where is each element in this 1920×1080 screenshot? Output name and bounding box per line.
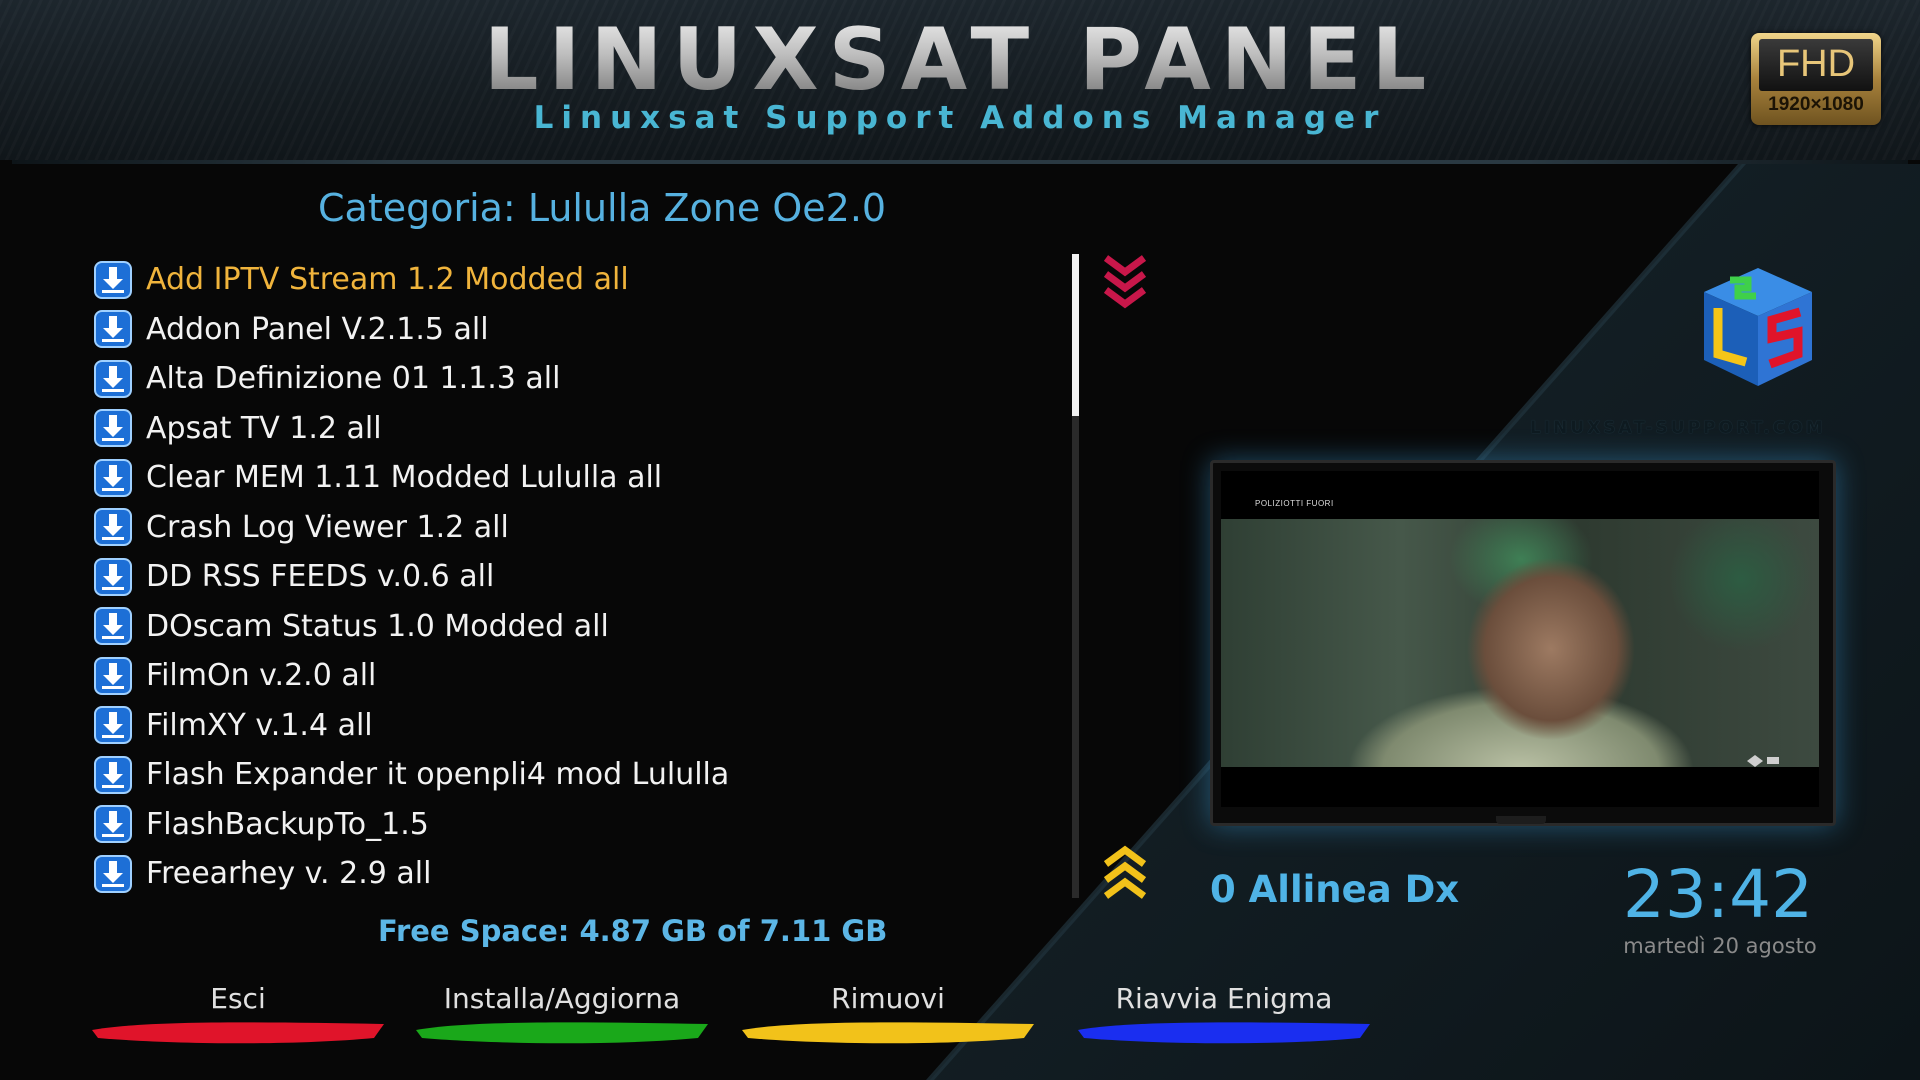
green-key-icon	[416, 1022, 708, 1044]
download-icon	[94, 260, 132, 299]
list-item[interactable]: FilmXY v.1.4 all	[94, 701, 1054, 751]
tv-stand	[1496, 816, 1546, 824]
list-item-label: Crash Log Viewer 1.2 all	[146, 509, 509, 545]
scrollbar[interactable]	[1072, 254, 1079, 898]
list-item[interactable]: Alta Definizione 01 1.1.3 all	[94, 354, 1054, 404]
list-item-label: Flash Expander it openpli4 mod Lululla	[146, 757, 730, 793]
tv-preview: POLIZIOTTI FUORI	[1210, 460, 1836, 826]
list-item[interactable]: Freearhey v. 2.9 all	[94, 849, 1054, 899]
list-item-label: Alta Definizione 01 1.1.3 all	[146, 361, 561, 397]
list-item[interactable]: FlashBackupTo_1.5	[94, 800, 1054, 850]
list-item-label: Add IPTV Stream 1.2 Modded all	[146, 262, 629, 298]
page-down-arrow-icon	[1103, 255, 1147, 309]
list-item-label: Addon Panel V.2.1.5 all	[146, 311, 489, 347]
panel-subtitle: Linuxsat Support Addons Manager	[533, 100, 1387, 136]
download-icon	[94, 310, 132, 349]
restart-enigma-button[interactable]: Riavvia Enigma	[1074, 978, 1374, 1048]
list-item[interactable]: Clear MEM 1.11 Modded Lululla all	[94, 453, 1054, 503]
list-item[interactable]: Add IPTV Stream 1.2 Modded all	[94, 255, 1054, 305]
download-icon	[94, 508, 132, 547]
download-icon	[94, 458, 132, 497]
list-item[interactable]: Addon Panel V.2.1.5 all	[94, 305, 1054, 355]
red-key-icon	[92, 1022, 384, 1044]
exit-button[interactable]: Esci	[88, 978, 388, 1048]
download-icon	[94, 557, 132, 596]
install-update-button[interactable]: Installa/Aggiorna	[412, 978, 712, 1048]
list-item-label: Clear MEM 1.11 Modded Lululla all	[146, 460, 663, 496]
download-icon	[94, 359, 132, 398]
clock-time: 23:42	[1622, 856, 1814, 933]
download-icon	[94, 706, 132, 745]
site-url: LINUXSAT-SUPPORT.COM	[1530, 418, 1826, 438]
addon-list[interactable]: Add IPTV Stream 1.2 Modded all Addon Pane…	[94, 255, 1054, 899]
fhd-label: FHD	[1776, 43, 1856, 85]
list-item-label: Freearhey v. 2.9 all	[146, 856, 432, 892]
list-item[interactable]: FilmOn v.2.0 all	[94, 651, 1054, 701]
category-title: Categoria: Lululla Zone Oe2.0	[318, 186, 887, 230]
list-item-label: DOscam Status 1.0 Modded all	[146, 608, 609, 644]
download-icon	[94, 607, 132, 646]
fhd-badge: FHD 1920×1080	[1751, 33, 1881, 125]
exit-button-label: Esci	[210, 982, 266, 1015]
blue-key-icon	[1078, 1022, 1370, 1044]
remove-button[interactable]: Rimuovi	[738, 978, 1038, 1048]
remove-button-label: Rimuovi	[831, 982, 945, 1015]
list-item[interactable]: Apsat TV 1.2 all	[94, 404, 1054, 454]
restart-enigma-button-label: Riavvia Enigma	[1115, 982, 1333, 1015]
page-up-arrow-icon	[1103, 845, 1147, 899]
list-item-label: FilmXY v.1.4 all	[146, 707, 373, 743]
list-item-label: FilmOn v.2.0 all	[146, 658, 377, 694]
tv-caption: POLIZIOTTI FUORI	[1255, 499, 1334, 508]
list-item[interactable]: Flash Expander it openpli4 mod Lululla	[94, 750, 1054, 800]
download-icon	[94, 805, 132, 844]
linuxsat-logo-icon	[1704, 268, 1812, 386]
list-item-label: Apsat TV 1.2 all	[146, 410, 382, 446]
clock-date: martedì 20 agosto	[1623, 934, 1817, 958]
fhd-resolution: 1920×1080	[1768, 94, 1864, 115]
install-update-button-label: Installa/Aggiorna	[443, 982, 681, 1015]
list-item-label: FlashBackupTo_1.5	[146, 806, 429, 842]
download-icon	[94, 409, 132, 448]
header-divider	[12, 160, 1908, 164]
list-item-label: DD RSS FEEDS v.0.6 all	[146, 559, 495, 595]
download-icon	[94, 854, 132, 893]
yellow-key-icon	[742, 1022, 1034, 1044]
free-space-label: Free Space: 4.87 GB of 7.11 GB	[378, 914, 888, 948]
list-item[interactable]: DD RSS FEEDS v.0.6 all	[94, 552, 1054, 602]
download-icon	[94, 656, 132, 695]
mediaset-logo-icon	[1747, 755, 1779, 767]
align-status: 0 Allinea Dx	[1210, 868, 1460, 911]
download-icon	[94, 755, 132, 794]
list-item[interactable]: DOscam Status 1.0 Modded all	[94, 602, 1054, 652]
list-item[interactable]: Crash Log Viewer 1.2 all	[94, 503, 1054, 553]
tv-screen: POLIZIOTTI FUORI	[1221, 471, 1819, 807]
video-preview	[1221, 519, 1819, 767]
scrollbar-thumb[interactable]	[1072, 254, 1079, 416]
panel-title: LINUXSAT PANEL	[0, 10, 1920, 110]
